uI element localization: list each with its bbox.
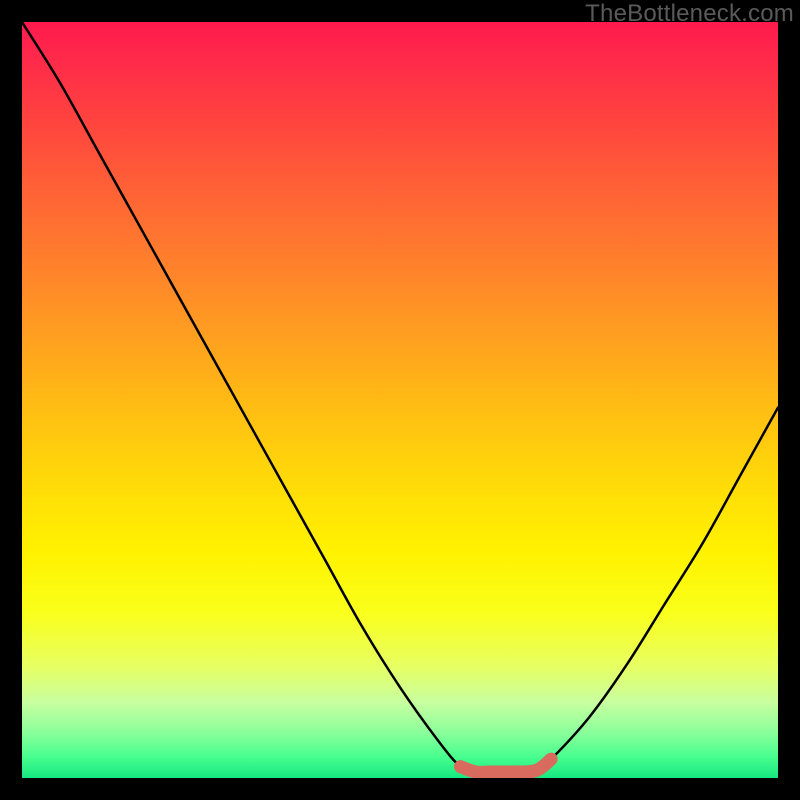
plot-area xyxy=(22,22,778,778)
chart-container: TheBottleneck.com xyxy=(0,0,800,800)
optimal-zone-highlight xyxy=(460,759,551,772)
chart-svg xyxy=(22,22,778,778)
bottleneck-curve xyxy=(22,22,778,772)
watermark-text: TheBottleneck.com xyxy=(585,0,794,28)
